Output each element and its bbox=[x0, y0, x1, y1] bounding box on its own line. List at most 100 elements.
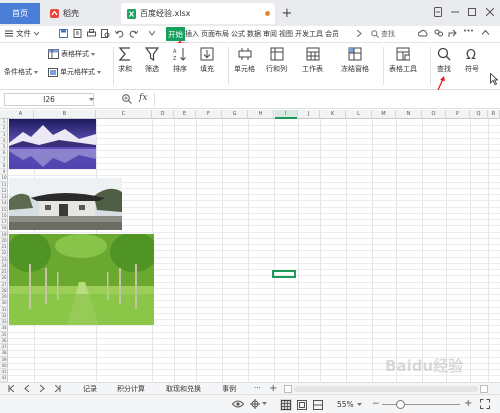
zoom-slider[interactable] bbox=[382, 404, 460, 405]
tab-formulas[interactable]: 公式 bbox=[231, 29, 245, 39]
tab-insert[interactable]: 插入 bbox=[185, 29, 199, 39]
column-header[interactable]: B bbox=[34, 110, 96, 119]
column-header[interactable]: O bbox=[422, 110, 446, 119]
sheet-tab[interactable]: 事例 bbox=[222, 384, 236, 394]
sum-button[interactable]: 求和 bbox=[118, 47, 132, 74]
table-style-button[interactable]: 表格样式 bbox=[48, 49, 95, 59]
fx-icon[interactable]: fx bbox=[139, 93, 147, 103]
tab-daoke[interactable]: 稻壳 bbox=[44, 3, 116, 24]
column-header[interactable]: K bbox=[320, 110, 346, 119]
collapse-ribbon-icon[interactable] bbox=[482, 30, 491, 39]
column-header[interactable]: J bbox=[298, 110, 320, 119]
last-sheet-icon[interactable] bbox=[55, 385, 61, 392]
symbol-button[interactable]: Ω 符号 bbox=[465, 47, 479, 74]
namebox-chevron-icon[interactable] bbox=[89, 98, 94, 101]
tab-view[interactable]: 视图 bbox=[279, 29, 293, 39]
tab-document[interactable]: 百度经验.xlsx bbox=[121, 3, 275, 24]
column-header[interactable]: R bbox=[488, 110, 500, 119]
page-break-view-icon[interactable] bbox=[313, 400, 323, 410]
new-tab-button[interactable]: + bbox=[280, 3, 294, 24]
freeze-panes-button[interactable]: 冻结窗格 bbox=[341, 47, 369, 74]
sheet-tab[interactable]: 记录 bbox=[83, 384, 97, 394]
tab-developer[interactable]: 开发工具 bbox=[295, 29, 323, 39]
redo-icon[interactable] bbox=[129, 29, 138, 38]
hscroll-right-icon[interactable] bbox=[480, 385, 488, 393]
cell-button[interactable]: 单元格 bbox=[234, 47, 255, 74]
tab-member[interactable]: 会员 bbox=[325, 29, 339, 39]
column-header[interactable]: G bbox=[222, 110, 248, 119]
eye-protection-icon[interactable] bbox=[232, 400, 244, 408]
quick-access-chevron-icon[interactable] bbox=[149, 31, 158, 40]
output-pdf-icon[interactable] bbox=[73, 29, 82, 38]
tablet-mode-icon[interactable] bbox=[432, 6, 444, 18]
sheet-tab[interactable]: 取现和兑换 bbox=[166, 384, 201, 394]
collaborate-icon[interactable] bbox=[434, 29, 443, 38]
tab-home[interactable]: 首页 bbox=[0, 3, 40, 24]
name-box[interactable]: I26 bbox=[4, 93, 94, 106]
zoom-chevron-icon[interactable] bbox=[357, 403, 362, 406]
zoom-in-button[interactable]: + bbox=[464, 398, 472, 409]
worksheet-button[interactable]: 工作表 bbox=[302, 47, 323, 74]
find-button[interactable]: 查找 bbox=[437, 47, 451, 74]
search-box[interactable]: 查找 bbox=[371, 29, 395, 39]
zoom-level[interactable]: 55% bbox=[337, 400, 354, 409]
picture-pavilion[interactable] bbox=[9, 178, 122, 230]
next-sheet-icon[interactable] bbox=[40, 385, 45, 392]
picture-lake-mountains[interactable] bbox=[9, 119, 96, 169]
row-col-button[interactable]: 行和列 bbox=[266, 47, 287, 74]
column-header[interactable]: L bbox=[346, 110, 372, 119]
tab-start[interactable]: 开始 bbox=[166, 27, 185, 41]
sort-button[interactable]: AZ 排序 bbox=[173, 47, 187, 74]
conditional-format-button[interactable]: 条件格式 bbox=[4, 67, 38, 77]
formula-input[interactable] bbox=[154, 93, 498, 106]
column-header[interactable]: M bbox=[372, 110, 396, 119]
column-header[interactable]: I bbox=[274, 110, 298, 119]
read-mode-icon[interactable] bbox=[249, 399, 261, 409]
first-sheet-icon[interactable] bbox=[8, 385, 14, 392]
zoom-slider-thumb[interactable] bbox=[396, 400, 405, 409]
save-icon[interactable] bbox=[59, 29, 68, 38]
column-header[interactable]: H bbox=[248, 110, 274, 119]
column-header[interactable]: Q bbox=[470, 110, 488, 119]
print-preview-icon[interactable] bbox=[101, 29, 110, 38]
spreadsheet-grid[interactable]: A B C D E F G H I J K L M N O P Q R 1234… bbox=[0, 110, 500, 382]
cloud-sync-icon[interactable] bbox=[418, 29, 428, 38]
close-window-button[interactable] bbox=[484, 6, 496, 18]
tab-page-layout[interactable]: 页面布局 bbox=[201, 29, 229, 39]
sheet-tab[interactable]: 积分计算 bbox=[117, 384, 145, 394]
chevron-down-icon[interactable] bbox=[262, 402, 267, 405]
column-header[interactable]: E bbox=[174, 110, 196, 119]
more-sheets-button[interactable]: ··· bbox=[254, 384, 261, 392]
print-icon[interactable] bbox=[87, 29, 96, 38]
selected-cell[interactable] bbox=[272, 270, 296, 278]
tab-data[interactable]: 数据 bbox=[247, 29, 261, 39]
file-menu[interactable]: 文件 bbox=[5, 28, 39, 39]
prev-sheet-icon[interactable] bbox=[24, 385, 29, 392]
fill-button[interactable]: 填充 bbox=[200, 47, 214, 74]
filter-button[interactable]: 筛选 bbox=[145, 47, 159, 74]
normal-view-icon[interactable] bbox=[280, 399, 292, 411]
column-header[interactable]: N bbox=[396, 110, 422, 119]
zoom-lens-icon[interactable] bbox=[122, 94, 132, 104]
horizontal-scrollbar[interactable] bbox=[294, 386, 478, 392]
hscroll-left-icon[interactable] bbox=[284, 385, 292, 393]
more-options-icon[interactable] bbox=[464, 29, 473, 38]
picture-tree-avenue[interactable] bbox=[9, 234, 154, 325]
column-header[interactable]: F bbox=[196, 110, 222, 119]
page-layout-view-icon[interactable] bbox=[297, 400, 307, 410]
cell-style-button[interactable]: 单元格样式 bbox=[48, 67, 101, 77]
tab-review[interactable]: 审阅 bbox=[263, 29, 277, 39]
column-header[interactable]: A bbox=[8, 110, 34, 119]
undo-icon[interactable] bbox=[115, 29, 124, 38]
column-header[interactable]: D bbox=[152, 110, 174, 119]
maximize-button[interactable] bbox=[466, 6, 478, 18]
add-sheet-button[interactable]: + bbox=[269, 383, 277, 394]
column-header[interactable]: C bbox=[96, 110, 152, 119]
column-header[interactable]: P bbox=[446, 110, 470, 119]
zoom-out-button[interactable]: − bbox=[372, 400, 380, 409]
fullscreen-icon[interactable] bbox=[480, 399, 490, 409]
table-tools-button[interactable]: 表格工具 bbox=[389, 47, 417, 74]
minimize-button[interactable] bbox=[449, 6, 461, 18]
share-icon[interactable] bbox=[448, 29, 457, 38]
chevron-right-icon[interactable] bbox=[357, 30, 366, 39]
